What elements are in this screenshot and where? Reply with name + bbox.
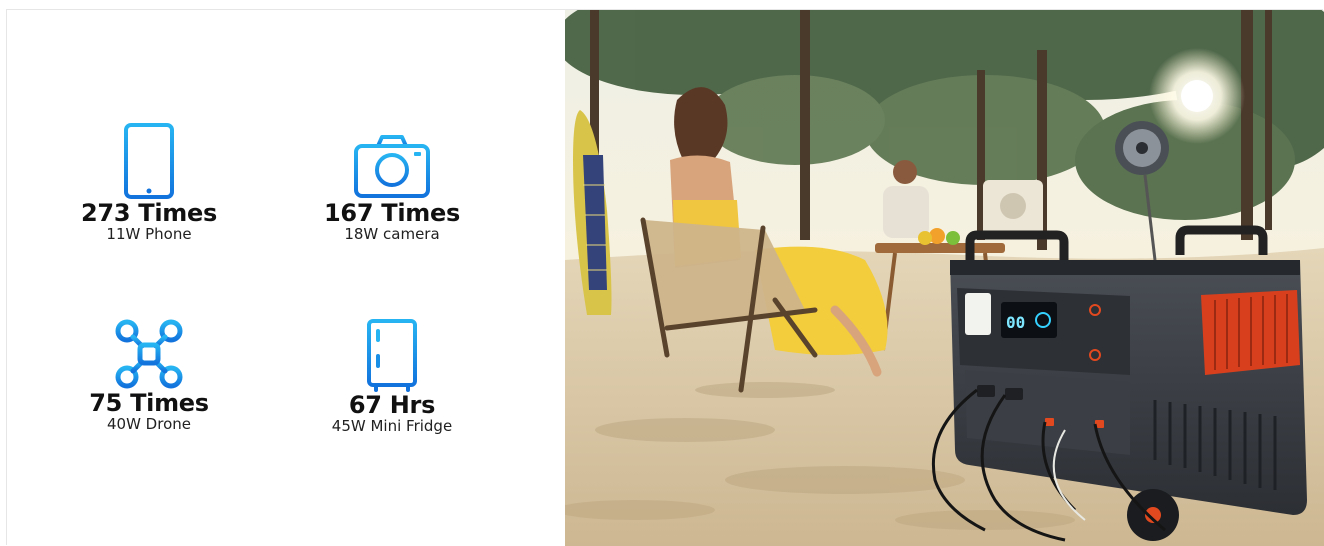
camera-icon xyxy=(354,135,430,198)
spec-camera: 167 Times 18W camera xyxy=(272,122,512,243)
capacity-specs-panel: 273 Times 11W Phone 167 Times 18W camera xyxy=(7,10,565,546)
spec-phone: 273 Times 11W Phone xyxy=(29,122,269,243)
spec-drone: 75 Times 40W Drone xyxy=(29,318,269,433)
spec-label: 18W camera xyxy=(344,225,440,243)
spec-value: 75 Times xyxy=(89,389,209,417)
spec-label: 40W Drone xyxy=(107,415,191,433)
svg-text:00: 00 xyxy=(1006,313,1025,332)
beach-scene-image: 00 xyxy=(565,10,1324,546)
spec-value: 273 Times xyxy=(81,199,217,227)
spec-value: 167 Times xyxy=(324,199,460,227)
product-banner: 273 Times 11W Phone 167 Times 18W camera xyxy=(6,9,1324,546)
lifestyle-photo: 00 xyxy=(565,10,1324,546)
spec-label: 45W Mini Fridge xyxy=(331,417,453,435)
drone-icon xyxy=(115,319,183,389)
fridge-icon xyxy=(367,319,417,392)
phone-icon xyxy=(124,123,174,199)
spec-value: 67 Hrs xyxy=(348,391,436,419)
spec-fridge: 67 Hrs 45W Mini Fridge xyxy=(272,318,512,435)
spec-label: 11W Phone xyxy=(106,225,192,243)
